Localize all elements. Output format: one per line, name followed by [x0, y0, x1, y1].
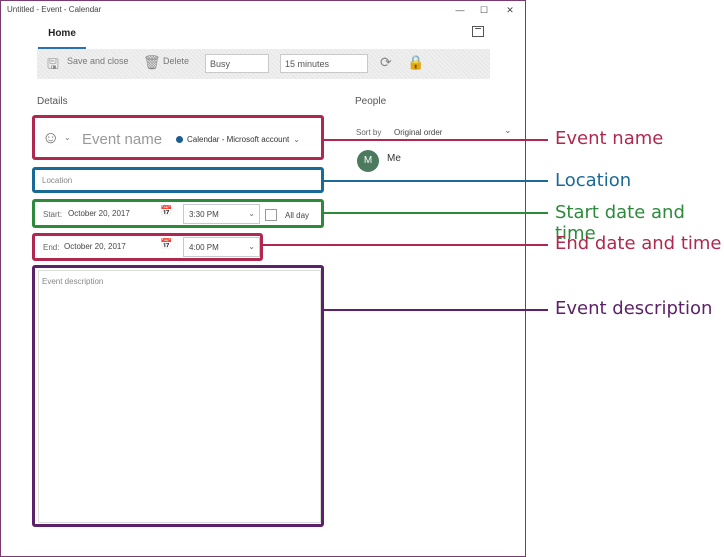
- location-connector: [324, 180, 548, 182]
- trash-icon[interactable]: 🗑: [143, 54, 161, 71]
- repeat-icon[interactable]: ⟳: [380, 54, 392, 71]
- reminder-select[interactable]: 15 minutes: [280, 54, 368, 73]
- show-as-select[interactable]: Busy: [205, 54, 269, 73]
- window-title: Untitled - Event - Calendar: [7, 5, 102, 14]
- event-name-connector: [324, 139, 548, 141]
- description-connector: [324, 309, 548, 311]
- event-name-highlight: [32, 115, 324, 160]
- sort-label: Sort by: [356, 128, 382, 137]
- end-highlight: [32, 233, 263, 261]
- start-highlight: [32, 199, 324, 228]
- lock-icon[interactable]: 🔒: [407, 54, 424, 71]
- chevron-down-icon[interactable]: ⌄: [504, 125, 512, 136]
- close-button[interactable]: ✕: [503, 3, 517, 17]
- location-highlight: [32, 167, 324, 193]
- start-connector: [324, 212, 548, 214]
- callout-event-name: Event name: [555, 128, 664, 149]
- people-header: People: [355, 96, 387, 107]
- attendee-name: Me: [387, 153, 401, 164]
- title-bar: Untitled - Event - Calendar — ☐ ✕: [1, 1, 525, 19]
- popout-icon[interactable]: [472, 26, 484, 37]
- save-and-close-button[interactable]: Save and close: [67, 56, 129, 66]
- toolbar: 🖫 Save and close 🗑 Delete Busy 15 minute…: [37, 49, 490, 79]
- tab-home[interactable]: Home: [38, 25, 86, 49]
- save-icon[interactable]: 🖫: [47, 54, 59, 78]
- avatar: M: [357, 150, 379, 172]
- callout-location: Location: [555, 170, 632, 191]
- description-highlight: [32, 265, 324, 527]
- callout-end: End date and time: [555, 233, 722, 254]
- maximize-button[interactable]: ☐: [477, 3, 491, 17]
- details-header: Details: [37, 96, 68, 107]
- sort-select[interactable]: Original order: [394, 128, 442, 137]
- tab-row: Home: [1, 19, 525, 49]
- end-connector: [263, 244, 548, 246]
- minimize-button[interactable]: —: [453, 3, 467, 17]
- delete-button[interactable]: Delete: [163, 56, 189, 66]
- callout-description: Event description: [555, 298, 713, 319]
